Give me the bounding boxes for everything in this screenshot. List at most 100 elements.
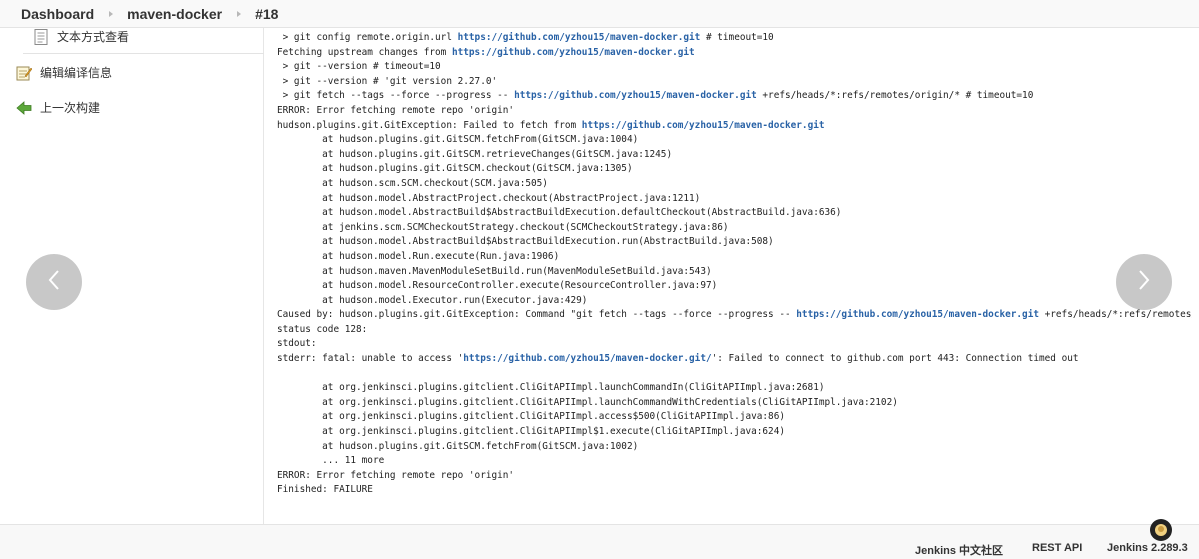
console-text: at hudson.model.AbstractBuild$AbstractBu… bbox=[277, 207, 842, 219]
console-link[interactable]: https://github.com/yzhou15/maven-docker.… bbox=[582, 120, 825, 131]
sidebar-item-label: 上一次构建 bbox=[40, 101, 101, 115]
breadcrumb: Dashboard maven-docker #18 bbox=[0, 0, 1199, 28]
console-line: > git fetch --tags --force --progress --… bbox=[277, 89, 1192, 104]
console-link[interactable]: https://github.com/yzhou15/maven-docker.… bbox=[452, 47, 695, 58]
sidebar-item-label: 编辑编译信息 bbox=[40, 66, 113, 80]
console-text: at hudson.plugins.git.GitSCM.fetchFrom(G… bbox=[277, 134, 639, 146]
console-line: ... 11 more bbox=[277, 454, 1192, 469]
console-text: hudson.plugins.git.GitException: Failed … bbox=[277, 119, 582, 131]
console-text: at hudson.model.AbstractBuild$AbstractBu… bbox=[277, 236, 774, 248]
console-text: at org.jenkinsci.plugins.gitclient.CliGi… bbox=[277, 396, 898, 408]
console-text: +refs/heads/*:refs/remotes/origin/*" ret… bbox=[1044, 309, 1192, 321]
console-line: Fetching upstream changes from https://g… bbox=[277, 46, 1192, 61]
console-line: Finished: FAILURE bbox=[277, 483, 1192, 498]
footer-version-link[interactable]: Jenkins 2.289.3 bbox=[1107, 542, 1188, 554]
sidebar-item-edit-build-info[interactable]: 编辑编译信息 bbox=[16, 64, 112, 81]
console-line: at hudson.model.AbstractBuild$AbstractBu… bbox=[277, 206, 1192, 221]
console-text: +refs/heads/*:refs/remotes/origin/* # ti… bbox=[756, 90, 1034, 102]
console-text: > git config remote.origin.url bbox=[277, 32, 458, 43]
console-line: at hudson.model.Run.execute(Run.java:190… bbox=[277, 250, 1192, 265]
console-line: at hudson.plugins.git.GitSCM.checkout(Gi… bbox=[277, 162, 1192, 177]
console-line: at org.jenkinsci.plugins.gitclient.CliGi… bbox=[277, 396, 1192, 411]
console-line: at jenkins.scm.SCMCheckoutStrategy.check… bbox=[277, 221, 1192, 236]
console-line: ERROR: Error fetching remote repo 'origi… bbox=[277, 104, 1192, 119]
console-text: ERROR: Error fetching remote repo 'origi… bbox=[277, 104, 515, 116]
console-text: at jenkins.scm.SCMCheckoutStrategy.check… bbox=[277, 221, 729, 233]
console-line: Caused by: hudson.plugins.git.GitExcepti… bbox=[277, 308, 1192, 323]
console-text: Finished: FAILURE bbox=[277, 484, 373, 496]
console-line: ERROR: Error fetching remote repo 'origi… bbox=[277, 469, 1192, 484]
sidebar-item-view-as-plain-text[interactable]: 文本方式查看 bbox=[33, 28, 129, 45]
console-line: stderr: fatal: unable to access 'https:/… bbox=[277, 352, 1192, 367]
console-line: at hudson.model.AbstractBuild$AbstractBu… bbox=[277, 235, 1192, 250]
breadcrumb-dashboard[interactable]: Dashboard bbox=[21, 6, 94, 22]
console-line: stdout: bbox=[277, 337, 1192, 352]
console-text: at org.jenkinsci.plugins.gitclient.CliGi… bbox=[277, 382, 825, 394]
console-line: at hudson.plugins.git.GitSCM.fetchFrom(G… bbox=[277, 440, 1192, 455]
console-line: at hudson.model.ResourceController.execu… bbox=[277, 279, 1192, 294]
console-text: at hudson.maven.MavenModuleSetBuild.run(… bbox=[277, 265, 712, 277]
console-text: ERROR: Error fetching remote repo 'origi… bbox=[277, 469, 515, 481]
avatar[interactable] bbox=[1150, 519, 1172, 541]
console-link[interactable]: https://github.com/yzhou15/maven-docker.… bbox=[514, 90, 757, 101]
console-line: at org.jenkinsci.plugins.gitclient.CliGi… bbox=[277, 425, 1192, 440]
console-link[interactable]: https://github.com/yzhou15/maven-docker.… bbox=[463, 353, 711, 364]
console-line: at org.jenkinsci.plugins.gitclient.CliGi… bbox=[277, 410, 1192, 425]
console-text: at hudson.model.ResourceController.execu… bbox=[277, 280, 718, 292]
sidebar-item-label: 文本方式查看 bbox=[57, 30, 130, 44]
breadcrumb-separator-icon bbox=[237, 10, 242, 17]
console-text: status code 128: bbox=[277, 323, 368, 335]
console-line: > git config remote.origin.url https://g… bbox=[277, 31, 1192, 46]
console-line: at org.jenkinsci.plugins.gitclient.CliGi… bbox=[277, 381, 1192, 396]
breadcrumb-job[interactable]: maven-docker bbox=[127, 6, 222, 22]
document-icon bbox=[33, 28, 49, 45]
breadcrumb-build[interactable]: #18 bbox=[255, 6, 278, 22]
console-text: Fetching upstream changes from bbox=[277, 46, 452, 58]
console-line: > git --version # timeout=10 bbox=[277, 60, 1192, 75]
edit-notepad-icon bbox=[16, 65, 32, 81]
console-line: at hudson.model.AbstractProject.checkout… bbox=[277, 192, 1192, 207]
next-image-button[interactable] bbox=[1116, 254, 1172, 310]
console-text: at hudson.scm.SCM.checkout(SCM.java:505) bbox=[277, 177, 548, 189]
console-text: > git --version # 'git version 2.27.0' bbox=[277, 75, 498, 87]
console-text: at hudson.model.Run.execute(Run.java:190… bbox=[277, 250, 560, 262]
breadcrumb-separator-icon bbox=[109, 10, 114, 17]
chevron-left-icon bbox=[47, 268, 61, 297]
console-text: at hudson.plugins.git.GitSCM.checkout(Gi… bbox=[277, 163, 633, 175]
console-text: > git fetch --tags --force --progress -- bbox=[277, 90, 515, 102]
arrow-left-icon bbox=[16, 100, 32, 116]
console-text: at hudson.plugins.git.GitSCM.retrieveCha… bbox=[277, 148, 673, 160]
previous-image-button[interactable] bbox=[26, 254, 82, 310]
console-line: at hudson.model.Executor.run(Executor.ja… bbox=[277, 294, 1192, 309]
footer-rest-api-link[interactable]: REST API bbox=[1032, 542, 1082, 554]
console-line: at hudson.maven.MavenModuleSetBuild.run(… bbox=[277, 265, 1192, 280]
console-text: at hudson.plugins.git.GitSCM.fetchFrom(G… bbox=[277, 440, 639, 452]
console-text: > git --version # timeout=10 bbox=[277, 61, 441, 73]
console-text: stdout: bbox=[277, 338, 317, 350]
footer-community-link[interactable]: Jenkins 中文社区 bbox=[915, 542, 1003, 558]
console-link[interactable]: https://github.com/yzhou15/maven-docker.… bbox=[458, 32, 701, 43]
console-text: ... 11 more bbox=[277, 455, 385, 467]
console-text: at org.jenkinsci.plugins.gitclient.CliGi… bbox=[277, 426, 785, 438]
sidebar-divider bbox=[23, 53, 264, 54]
console-line: status code 128: bbox=[277, 323, 1192, 338]
console-text: Caused by: hudson.plugins.git.GitExcepti… bbox=[277, 309, 797, 321]
console-output: > git config remote.origin.url https://g… bbox=[277, 31, 1192, 521]
console-line: hudson.plugins.git.GitException: Failed … bbox=[277, 119, 1192, 134]
console-text: at hudson.model.AbstractProject.checkout… bbox=[277, 192, 701, 204]
console-line: at hudson.plugins.git.GitSCM.retrieveCha… bbox=[277, 148, 1192, 163]
console-text: at hudson.model.Executor.run(Executor.ja… bbox=[277, 294, 588, 306]
console-text: stderr: fatal: unable to access ' bbox=[277, 353, 464, 365]
console-line: at hudson.scm.SCM.checkout(SCM.java:505) bbox=[277, 177, 1192, 192]
console-text: ': Failed to connect to github.com port … bbox=[711, 353, 1079, 365]
sidebar-item-previous-build[interactable]: 上一次构建 bbox=[16, 99, 100, 116]
chevron-right-icon bbox=[1137, 268, 1151, 297]
page-footer: Jenkins 中文社区 REST API Jenkins 2.289.3 bbox=[0, 524, 1199, 559]
console-line: at hudson.plugins.git.GitSCM.fetchFrom(G… bbox=[277, 133, 1192, 148]
console-line: > git --version # 'git version 2.27.0' bbox=[277, 75, 1192, 90]
console-text: at org.jenkinsci.plugins.gitclient.CliGi… bbox=[277, 411, 785, 423]
avatar-icon bbox=[1155, 524, 1167, 536]
console-text: # timeout=10 bbox=[700, 32, 774, 43]
console-link[interactable]: https://github.com/yzhou15/maven-docker.… bbox=[796, 309, 1039, 320]
